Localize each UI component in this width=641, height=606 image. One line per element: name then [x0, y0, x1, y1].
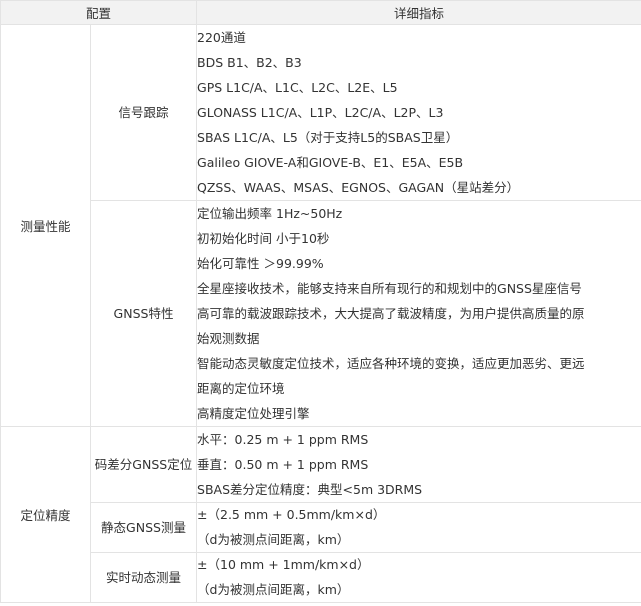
table-row: 测量性能 信号跟踪 220通道 BDS B1、B2、B3 GPS L1C/A、L… — [0, 24, 641, 427]
detail-line: 水平：0.25 m + 1 ppm RMS — [197, 432, 369, 447]
detail-line: GPS L1C/A、L1C、L2C、L2E、L5 — [197, 80, 398, 95]
detail-line: （d为被测点间距离，km） — [197, 581, 350, 597]
detail-line: 智能动态灵敏度定位技术，适应各种环境的变换，适应更加恶劣、更远 — [197, 356, 585, 371]
detail-line: GLONASS L1C/A、L1P、L2C/A、L2P、L3 — [197, 105, 444, 120]
detail-line: BDS B1、B2、B3 — [197, 55, 302, 70]
detail-line: 定位输出频率 1Hz~50Hz — [197, 206, 343, 221]
category-measurement-performance: 测量性能 — [0, 24, 91, 427]
detail-line: 垂直：0.50 m + 1 ppm RMS — [197, 457, 369, 472]
detail-line: （d为被测点间距离，km） — [197, 531, 350, 547]
header-row: 配置 详细指标 — [0, 0, 641, 25]
detail-line: 220通道 — [197, 30, 246, 45]
details-rtk-survey: ±（10 mm + 1mm/km×d） （d为被测点间距离，km） — [196, 552, 641, 603]
detail-line: 始观测数据 — [197, 331, 260, 346]
detail-line: 始化可靠性 ＞99.99% — [197, 256, 324, 271]
detail-line: Galileo GIOVE-A和GIOVE-B、E1、E5A、E5B — [197, 155, 464, 170]
detail-line: QZSS、WAAS、MSAS、EGNOS、GAGAN（星站差分） — [197, 180, 520, 195]
detail-line: 全星座接收技术，能够支持来自所有现行的和规划中的GNSS星座信号 — [197, 281, 582, 296]
table-row: 实时动态测量 ±（10 mm + 1mm/km×d） （d为被测点间距离，km） — [1, 552, 641, 603]
subcategory-signal-tracking: 信号跟踪 — [89, 24, 198, 201]
detail-line: ±（2.5 mm + 0.5mm/km×d） — [197, 507, 386, 522]
table-row: 定位精度 码差分GNSS定位 水平：0.25 m + 1 ppm RMS 垂直：… — [0, 426, 641, 603]
detail-line: 高精度定位处理引擎 — [197, 406, 310, 421]
table-row: 静态GNSS测量 ±（2.5 mm + 0.5mm/km×d） （d为被测点间距… — [1, 502, 641, 553]
spec-table: 配置 详细指标 测量性能 信号跟踪 220通道 BDS B1、B2、B3 GPS… — [0, 0, 641, 603]
detail-line: 高可靠的载波跟踪技术，大大提高了载波精度，为用户提供高质量的原 — [197, 306, 585, 321]
header-config: 配置 — [0, 0, 198, 25]
detail-line: 距离的定位环境 — [197, 381, 285, 396]
detail-line: 初初始化时间 小于10秒 — [197, 231, 330, 246]
subcategory-gnss-features: GNSS特性 — [89, 200, 198, 427]
subcategory-static-survey: 静态GNSS测量 — [89, 502, 198, 553]
details-signal-tracking: 220通道 BDS B1、B2、B3 GPS L1C/A、L1C、L2C、L2E… — [196, 24, 641, 201]
details-gnss-features: 定位输出频率 1Hz~50Hz 初初始化时间 小于10秒 始化可靠性 ＞99.9… — [196, 200, 641, 427]
table-row: GNSS特性 定位输出频率 1Hz~50Hz 初初始化时间 小于10秒 始化可靠… — [1, 200, 641, 427]
subcategory-code-differential: 码差分GNSS定位 — [89, 426, 198, 503]
detail-line: ±（10 mm + 1mm/km×d） — [197, 557, 370, 572]
subcategory-rtk-survey: 实时动态测量 — [89, 552, 198, 603]
details-static-survey: ±（2.5 mm + 0.5mm/km×d） （d为被测点间距离，km） — [196, 502, 641, 553]
header-details: 详细指标 — [196, 0, 641, 25]
detail-line: SBAS L1C/A、L5（对于支持L5的SBAS卫星） — [197, 130, 459, 145]
details-code-differential: 水平：0.25 m + 1 ppm RMS 垂直：0.50 m + 1 ppm … — [196, 426, 641, 503]
detail-line: SBAS差分定位精度：典型<5m 3DRMS — [197, 482, 423, 497]
category-positioning-accuracy: 定位精度 — [0, 426, 91, 603]
